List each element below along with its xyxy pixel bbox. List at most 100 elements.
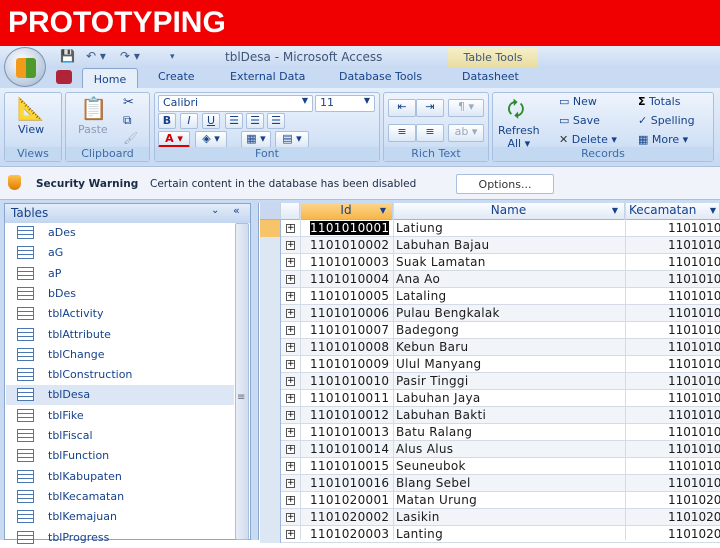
select-all-button[interactable] <box>260 203 281 220</box>
nav-item-tblfike[interactable]: tblFike <box>6 406 234 426</box>
cell-name[interactable]: Batu Ralang <box>396 425 472 439</box>
cell-name[interactable]: Pulau Bengkalak <box>396 306 500 320</box>
row-selector[interactable] <box>260 271 281 288</box>
gridlines-icon[interactable]: ▦ ▾ <box>241 131 271 148</box>
delete-record-button[interactable]: ✕ Delete ▾ <box>559 133 617 146</box>
row-selector[interactable] <box>260 237 281 254</box>
table-row[interactable]: +1101010011 Labuhan Jaya 1101010 <box>260 390 720 407</box>
nav-dropdown-icon[interactable]: ⌄ <box>211 205 219 216</box>
table-row[interactable]: +1101010009 Ulul Manyang 1101010 <box>260 356 720 373</box>
nav-item-tblattribute[interactable]: tblAttribute <box>6 325 234 345</box>
table-row[interactable]: +1101010016 Blang Sebel 1101010 <box>260 475 720 492</box>
cell-id[interactable]: 1101010010 <box>310 374 389 388</box>
row-selector[interactable] <box>260 288 281 305</box>
font-color-icon[interactable]: A ▾ <box>158 131 190 148</box>
table-row[interactable]: +1101010004 Ana Ao 1101010 <box>260 271 720 288</box>
row-selector[interactable] <box>260 373 281 390</box>
cell-name[interactable]: Matan Urung <box>396 493 477 507</box>
cell-id[interactable]: 1101010002 <box>310 238 389 252</box>
expand-plus-icon[interactable]: + <box>286 530 295 539</box>
table-row[interactable]: +1101010008 Kebun Baru 1101010 <box>260 339 720 356</box>
align-left-icon[interactable]: ☰ <box>225 113 243 129</box>
column-header-name[interactable]: Name ▼ <box>393 203 625 220</box>
cell-id[interactable]: 1101010015 <box>310 459 389 473</box>
nav-item-ag[interactable]: aG <box>6 243 234 263</box>
cell-kecamatan[interactable]: 1101010 <box>668 391 720 405</box>
bold-button[interactable]: B <box>158 113 176 129</box>
redo-icon[interactable]: ↷ ▾ <box>120 49 140 63</box>
paragraph-icon[interactable]: ¶ ▾ <box>448 99 484 117</box>
nav-item-tblprogress[interactable]: tblProgress <box>6 528 234 548</box>
nav-item-tblactivity[interactable]: tblActivity <box>6 304 234 324</box>
highlight-icon[interactable]: ab ▾ <box>448 124 484 142</box>
table-row[interactable]: +1101010006 Pulau Bengkalak 1101010 <box>260 305 720 322</box>
view-button[interactable]: View <box>18 123 44 136</box>
row-selector[interactable] <box>260 220 281 237</box>
tab-datasheet[interactable]: Datasheet <box>462 70 519 83</box>
row-selector[interactable] <box>260 458 281 475</box>
cell-kecamatan[interactable]: 1101010 <box>668 459 720 473</box>
shutter-bar-close-icon[interactable]: « <box>233 204 240 217</box>
cell-name[interactable]: Ana Ao <box>396 272 440 286</box>
nav-item-tblconstruction[interactable]: tblConstruction <box>6 365 234 385</box>
cell-kecamatan[interactable]: 1101020 <box>668 527 720 541</box>
paste-button[interactable]: Paste <box>78 123 108 136</box>
cell-kecamatan[interactable]: 1101010 <box>668 357 720 371</box>
expand-plus-icon[interactable]: + <box>286 462 295 471</box>
table-row[interactable]: +1101010013 Batu Ralang 1101010 <box>260 424 720 441</box>
cell-id[interactable]: 1101010008 <box>310 340 389 354</box>
cell-kecamatan[interactable]: 1101010 <box>668 238 720 252</box>
cell-kecamatan[interactable]: 1101010 <box>668 289 720 303</box>
align-right-icon[interactable]: ☰ <box>267 113 285 129</box>
new-record-button[interactable]: ▭ New <box>559 95 597 108</box>
nav-item-tblfiscal[interactable]: tblFiscal <box>6 426 234 446</box>
row-selector[interactable] <box>260 305 281 322</box>
row-selector[interactable] <box>260 526 281 543</box>
cell-name[interactable]: Badegong <box>396 323 459 337</box>
column-header-kecamatan[interactable]: Kecamatan ▼ <box>625 203 720 220</box>
format-painter-icon[interactable]: 🖌 <box>123 131 138 145</box>
numbering-icon[interactable]: ≡ <box>388 124 416 142</box>
tab-database-tools[interactable]: Database Tools <box>339 70 422 83</box>
row-selector[interactable] <box>260 509 281 526</box>
table-row[interactable]: +1101020001 Matan Urung 1101020 <box>260 492 720 509</box>
cell-kecamatan[interactable]: 1101010 <box>668 221 720 235</box>
nav-item-ades[interactable]: aDes <box>6 223 234 243</box>
cell-name[interactable]: Alus Alus <box>396 442 453 456</box>
cell-name[interactable]: Ulul Manyang <box>396 357 481 371</box>
expand-plus-icon[interactable]: + <box>286 258 295 267</box>
expand-plus-icon[interactable]: + <box>286 309 295 318</box>
cell-name[interactable]: Suak Lamatan <box>396 255 486 269</box>
expand-plus-icon[interactable]: + <box>286 326 295 335</box>
cell-kecamatan[interactable]: 1101010 <box>668 476 720 490</box>
cell-name[interactable]: Lataling <box>396 289 446 303</box>
italic-button[interactable]: I <box>180 113 198 129</box>
nav-item-ap[interactable]: aP <box>6 264 234 284</box>
cell-name[interactable]: Labuhan Bajau <box>396 238 489 252</box>
tab-external-data[interactable]: External Data <box>230 70 305 83</box>
nav-item-tblkabupaten[interactable]: tblKabupaten <box>6 467 234 487</box>
cell-id[interactable]: 1101010009 <box>310 357 389 371</box>
fill-color-icon[interactable]: ◈ ▾ <box>195 131 227 148</box>
cell-name[interactable]: Blang Sebel <box>396 476 471 490</box>
nav-item-tblchange[interactable]: tblChange <box>6 345 234 365</box>
cell-name[interactable]: Pasir Tinggi <box>396 374 468 388</box>
expand-plus-icon[interactable]: + <box>286 445 295 454</box>
table-row[interactable]: +1101010014 Alus Alus 1101010 <box>260 441 720 458</box>
expand-plus-icon[interactable]: + <box>286 479 295 488</box>
save-record-button[interactable]: ▭ Save <box>559 114 600 127</box>
underline-button[interactable]: U <box>202 113 220 129</box>
expand-plus-icon[interactable]: + <box>286 513 295 522</box>
customize-qat-icon[interactable]: ▾ <box>170 52 175 62</box>
totals-button[interactable]: Σ Totals <box>638 95 680 108</box>
column-header-id[interactable]: Id ▼ <box>300 203 393 220</box>
cell-id[interactable]: 1101010012 <box>310 408 389 422</box>
cell-kecamatan[interactable]: 1101020 <box>668 510 720 524</box>
cell-id[interactable]: 1101020002 <box>310 510 389 524</box>
table-row[interactable]: +1101020003 Lanting 1101020 <box>260 526 720 543</box>
save-icon[interactable]: 💾 <box>60 49 75 63</box>
align-center-icon[interactable]: ☰ <box>246 113 264 129</box>
nav-pane-header[interactable]: Tables ⌄ « <box>5 204 250 223</box>
table-row[interactable]: +1101010005 Lataling 1101010 <box>260 288 720 305</box>
cell-id[interactable]: 1101020001 <box>310 493 389 507</box>
